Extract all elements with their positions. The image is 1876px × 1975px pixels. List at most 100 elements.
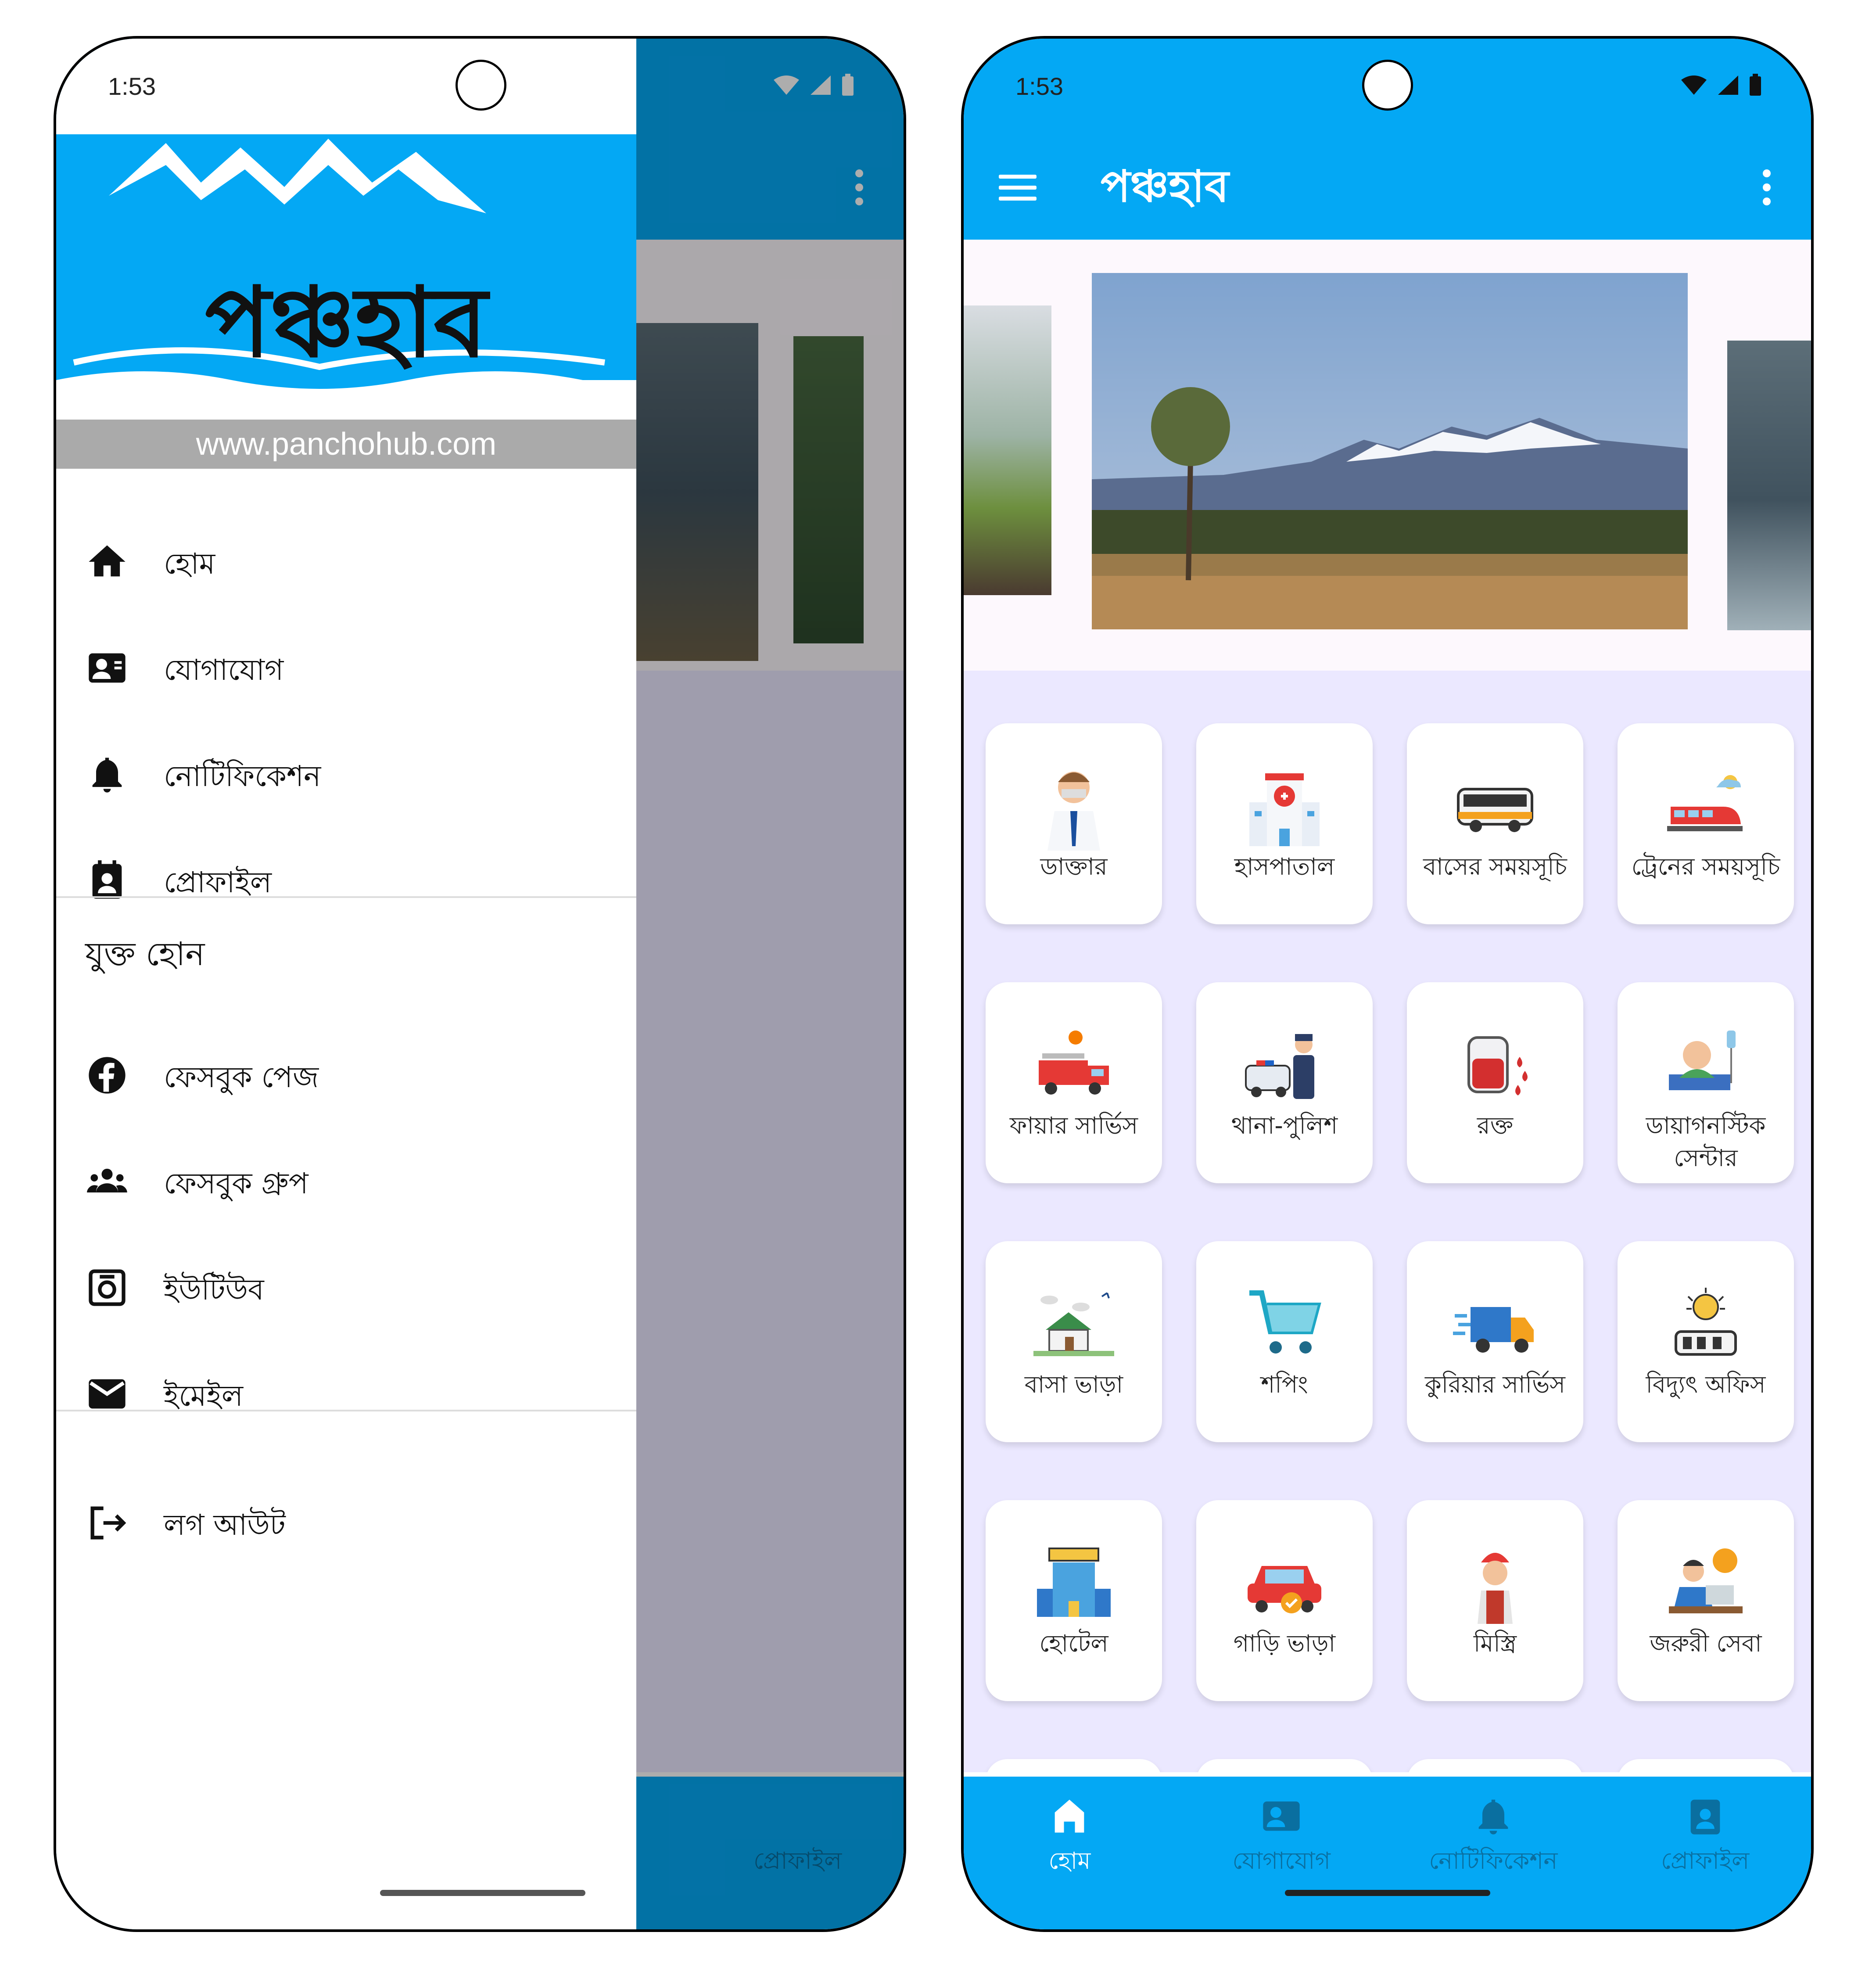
cart-icon: [1249, 1290, 1321, 1354]
service-card-bus[interactable]: বাসের সময়সূচি: [1407, 723, 1583, 924]
gesture-bar: [1284, 1890, 1490, 1896]
service-label: গাড়ি ভাড়া: [1233, 1630, 1336, 1657]
nav-item-label: হোম: [1048, 1847, 1091, 1874]
service-label: ডায়াগনস্টিক সেন্টার: [1646, 1112, 1766, 1172]
app-bar: 1:53 পঞ্চহাব: [964, 39, 1811, 240]
services-grid: ডাক্তার হাসপাতাল বাসের সময়সূচি ট্রেনের …: [964, 671, 1811, 1772]
fire-truck-icon: [1039, 1031, 1109, 1095]
service-card-fire[interactable]: ফায়ার সার্ভিস: [986, 982, 1162, 1183]
drawer-item-label: ফেসবুক পেজ: [164, 1060, 319, 1094]
service-card-house-rent[interactable]: বাসা ভাড়া: [986, 1241, 1162, 1442]
bell-icon: [1478, 1799, 1508, 1835]
car-icon: [1248, 1566, 1321, 1613]
service-label: ফায়ার সার্ভিস: [1009, 1112, 1138, 1139]
hotel-icon: [1037, 1548, 1111, 1617]
drawer-divider: [56, 896, 636, 898]
bell-icon: [92, 758, 122, 793]
status-time: 1:53: [108, 72, 156, 100]
service-card-police[interactable]: থানা-পুলিশ: [1196, 982, 1373, 1183]
service-card-emergency[interactable]: জরুরী সেবা: [1618, 1500, 1794, 1701]
police-icon: [1245, 1034, 1314, 1099]
service-label: হোটেল: [1039, 1630, 1108, 1657]
front-camera: [456, 60, 506, 111]
service-card-electricity[interactable]: বিদ্যুৎ অফিস: [1618, 1241, 1794, 1442]
logout-icon: [90, 1506, 126, 1540]
home-icon: [89, 545, 126, 577]
nav-item-profile[interactable]: প্রোফাইল: [1599, 1777, 1811, 1929]
more-options-icon[interactable]: [1763, 169, 1772, 212]
carousel-slide-prev[interactable]: [964, 305, 1051, 595]
service-card-train[interactable]: ট্রেনের সময়সূচি: [1618, 723, 1794, 924]
service-card-hotel[interactable]: হোটেল: [986, 1500, 1162, 1701]
drawer-item-youtube[interactable]: ইউটিউব: [56, 1252, 636, 1313]
service-card-car-rent[interactable]: গাড়ি ভাড়া: [1196, 1500, 1373, 1701]
front-camera: [1362, 60, 1413, 111]
wifi-icon: [1681, 75, 1707, 95]
website-url[interactable]: www.panchohub.com: [56, 420, 636, 469]
nav-item-notification[interactable]: নোটিফিকেশন: [1388, 1777, 1600, 1929]
patient-bed-icon: [1669, 1031, 1736, 1090]
nav-item-label: যোগাযোগ: [1232, 1847, 1331, 1874]
service-card-blood[interactable]: রক্ত: [1407, 982, 1583, 1183]
electricity-icon: [1675, 1288, 1737, 1356]
drawer-item-notification[interactable]: নোটিফিকেশন: [56, 738, 636, 800]
service-card-shopping[interactable]: শপিং: [1196, 1241, 1373, 1442]
hamburger-menu-icon[interactable]: [999, 175, 1037, 201]
service-card-hospital[interactable]: হাসপাতাল: [1196, 723, 1373, 924]
service-label: ডাক্তার: [1040, 853, 1108, 880]
drawer-item-label: প্রোফাইল: [164, 865, 272, 899]
youtube-icon: [89, 1269, 126, 1306]
drawer-item-label: লগ আউট: [164, 1508, 286, 1542]
drawer-item-label: ফেসবুক গ্রুপ: [164, 1167, 308, 1200]
support-icon: [1669, 1548, 1743, 1613]
blood-bag-icon: [1467, 1036, 1528, 1095]
profile-icon: [1690, 1799, 1720, 1835]
battery-icon: [1750, 74, 1761, 96]
service-label: রক্ত: [1477, 1112, 1514, 1139]
nav-item-label: প্রোফাইল: [1661, 1847, 1750, 1874]
drawer-item-facebook-group[interactable]: ফেসবুক গ্রুপ: [56, 1146, 636, 1207]
status-icons: [1680, 74, 1762, 97]
email-icon: [89, 1379, 126, 1409]
service-card-restaurant[interactable]: [1196, 1759, 1373, 1772]
service-card-trees[interactable]: [1618, 1759, 1794, 1772]
image-carousel[interactable]: [964, 240, 1811, 679]
service-card-beauty[interactable]: [986, 1759, 1162, 1772]
gesture-bar: [380, 1890, 585, 1896]
drawer-header: পঞ্চহাব: [56, 134, 636, 420]
bottom-navigation: হোম যোগাযোগ নোটিফিকেশন প্রোফাইল: [964, 1777, 1811, 1929]
service-card-diagnostic[interactable]: ডায়াগনস্টিক সেন্টার: [1618, 982, 1794, 1183]
service-label: শপিং: [1261, 1371, 1308, 1398]
service-label: বাসের সময়সূচি: [1423, 853, 1567, 880]
drawer-item-home[interactable]: হোম: [56, 526, 636, 587]
drawer-item-label: যোগাযোগ: [164, 653, 284, 687]
nav-item-home[interactable]: হোম: [964, 1777, 1176, 1929]
service-label: ট্রেনের সময়সূচি: [1631, 853, 1780, 880]
service-label: বিদ্যুৎ অফিস: [1646, 1371, 1766, 1398]
drawer-item-logout[interactable]: লগ আউট: [56, 1487, 636, 1548]
nav-item-contacts[interactable]: যোগাযোগ: [1176, 1777, 1388, 1929]
profile-icon: [92, 860, 122, 899]
join-section-title: যুক্ত হোন: [85, 935, 205, 973]
drawer-logo-text: পঞ্চহাব: [205, 265, 488, 379]
drawer-item-facebook-page[interactable]: ফেসবুক পেজ: [56, 1039, 636, 1101]
drawer-item-label: নোটিফিকেশন: [164, 759, 321, 793]
group-icon: [87, 1168, 127, 1192]
train-icon: [1667, 775, 1743, 831]
drawer-item-label: ইমেইল: [164, 1379, 244, 1413]
navigation-drawer: 1:53 পঞ্চহাব www.panchohub.com হোম যোগায…: [56, 39, 636, 1929]
service-card-mechanic[interactable]: মিস্ত্রি: [1407, 1500, 1583, 1701]
doctor-icon: [1047, 772, 1100, 851]
signal-icon: [1718, 75, 1738, 95]
service-card-courier[interactable]: কুরিয়ার সার্ভিস: [1407, 1241, 1583, 1442]
service-card-doctor[interactable]: ডাক্তার: [986, 723, 1162, 924]
status-time: 1:53: [1015, 72, 1063, 100]
service-label: জরুরী সেবা: [1650, 1630, 1762, 1657]
carousel-slide-current[interactable]: [1092, 273, 1688, 629]
service-card-tourism[interactable]: [1407, 1759, 1583, 1772]
carousel-slide-next[interactable]: [1727, 341, 1811, 630]
drawer-divider: [56, 1410, 636, 1411]
facebook-icon: [89, 1057, 126, 1094]
landscape-photo: [1092, 273, 1688, 629]
drawer-item-contacts[interactable]: যোগাযোগ: [56, 632, 636, 693]
